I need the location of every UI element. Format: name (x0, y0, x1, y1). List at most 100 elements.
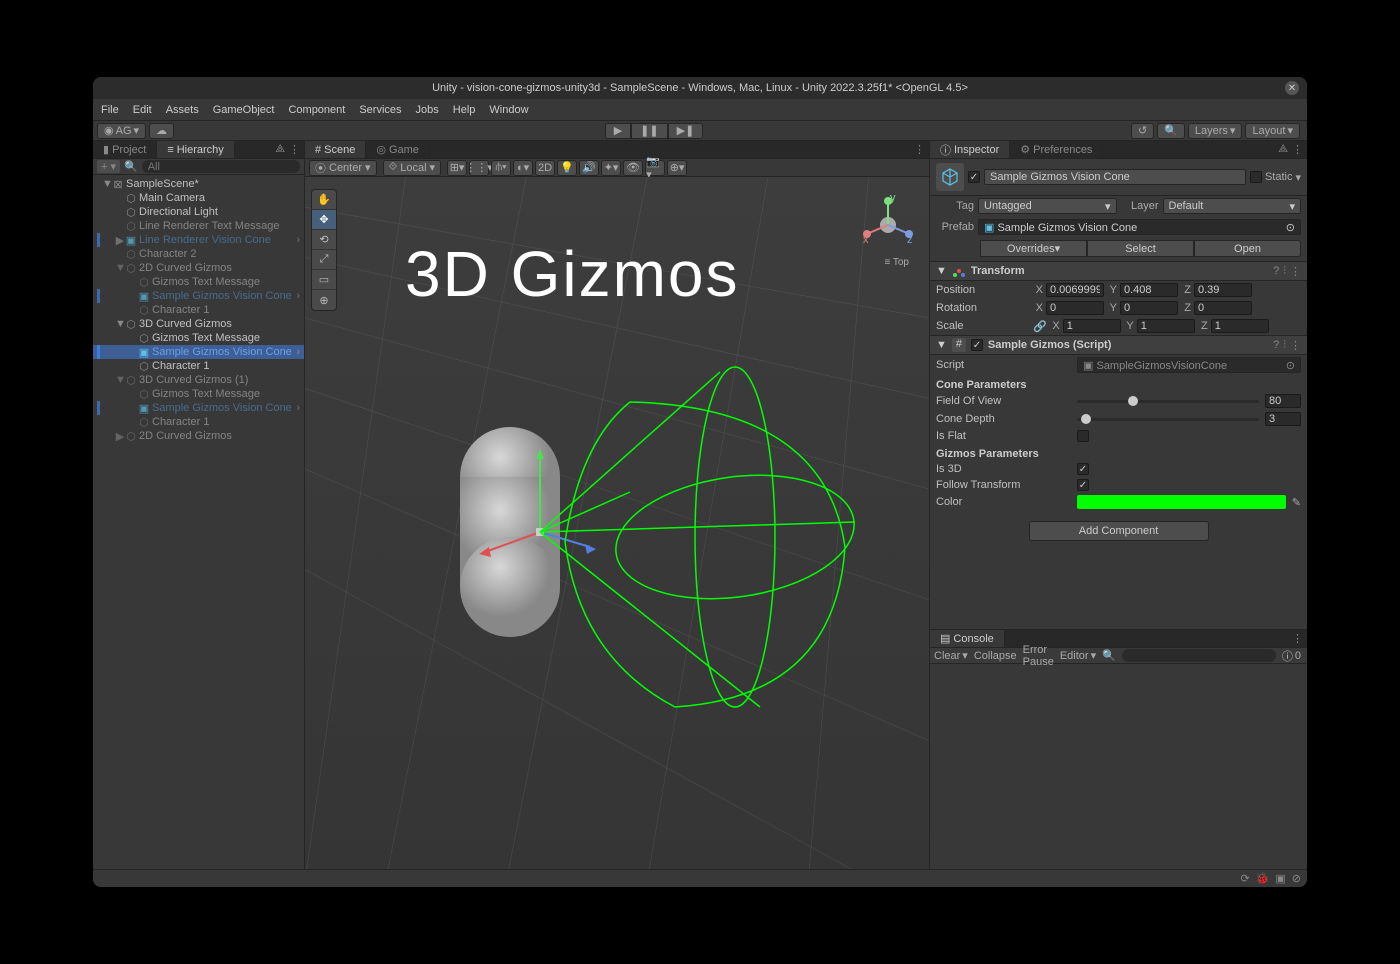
pivot-dropdown[interactable]: ⦿Center▾ (309, 160, 377, 176)
tag-dropdown[interactable]: Untagged▾ (978, 198, 1117, 214)
hierarchy-item[interactable]: ⬡Gizmos Text Message (93, 387, 304, 401)
undo-history-button[interactable]: ↺ (1131, 123, 1154, 139)
fov-value[interactable] (1265, 394, 1301, 408)
snap-button[interactable]: ⫛▾ (491, 160, 511, 176)
tab-game[interactable]: ◎ Game (366, 141, 430, 158)
chevron-down-icon[interactable]: ▾ (1295, 171, 1301, 184)
lighting-toggle[interactable]: 💡 (557, 160, 577, 176)
rotation-y[interactable] (1120, 301, 1178, 315)
cache-server-icon[interactable]: ▣ (1275, 872, 1285, 885)
layout-dropdown[interactable]: Layout ▾ (1245, 123, 1300, 139)
layer-dropdown[interactable]: Default▾ (1163, 198, 1302, 214)
lock-icon[interactable]: ⟁ (1278, 143, 1288, 156)
2d-toggle[interactable]: 2D (535, 160, 555, 176)
tab-console[interactable]: ▤ Console (930, 630, 1005, 647)
menu-component[interactable]: Component (288, 104, 345, 116)
eyedropper-icon[interactable]: ✎ (1292, 496, 1301, 509)
position-x[interactable] (1046, 283, 1104, 297)
preset-icon[interactable]: ⫶ (1283, 339, 1286, 352)
menu-services[interactable]: Services (359, 104, 401, 116)
lock-icon[interactable]: ⟁ (275, 143, 285, 156)
menu-icon[interactable]: ⋮ (1290, 339, 1301, 352)
prefab-asset-field[interactable]: ▣ Sample Gizmos Vision Cone ⊙ (978, 219, 1301, 235)
menu-window[interactable]: Window (489, 104, 528, 116)
locate-icon[interactable]: ⊙ (1286, 221, 1295, 234)
menu-icon[interactable]: ⋮ (1292, 632, 1303, 645)
menu-gameobject[interactable]: GameObject (213, 104, 275, 116)
search-button[interactable]: 🔍 (1157, 123, 1185, 139)
component-enabled-checkbox[interactable]: ✓ (971, 339, 983, 351)
auto-refresh-icon[interactable]: ⟳ (1240, 872, 1249, 885)
hierarchy-item[interactable]: ⬡Gizmos Text Message (93, 331, 304, 345)
hierarchy-item[interactable]: ⬡Line Renderer Text Message (93, 219, 304, 233)
account-button[interactable]: ◉ AG ▾ (97, 123, 146, 139)
open-prefab-icon[interactable]: › (296, 234, 300, 246)
open-prefab-icon[interactable]: › (296, 346, 300, 358)
depth-slider[interactable] (1077, 418, 1259, 421)
rect-tool[interactable]: ▭ (312, 270, 336, 290)
menu-icon[interactable]: ⋮ (914, 143, 925, 156)
hierarchy-item[interactable]: ⬡Gizmos Text Message (93, 275, 304, 289)
window-close-button[interactable]: ✕ (1285, 81, 1299, 95)
link-icon[interactable]: 🔗 (1033, 320, 1047, 333)
console-clear-button[interactable]: Clear ▾ (934, 649, 968, 662)
fx-dropdown[interactable]: ✦▾ (601, 160, 621, 176)
snap-increment-button[interactable]: ⋮⋮▾ (469, 160, 489, 176)
hierarchy-item[interactable]: ▼⊠SampleScene* (93, 177, 304, 191)
help-icon[interactable]: ? (1273, 265, 1279, 278)
menu-icon[interactable]: ⋮ (1292, 143, 1303, 156)
hierarchy-item[interactable]: ⬡Character 1 (93, 359, 304, 373)
scale-z[interactable] (1211, 319, 1269, 333)
script-component-header[interactable]: ▼ # ✓ Sample Gizmos (Script) ?⫶⋮ (930, 335, 1307, 355)
orientation-gizmo[interactable]: y x z (861, 195, 915, 265)
scale-x[interactable] (1063, 319, 1121, 333)
hierarchy-item[interactable]: ▣Sample Gizmos Vision Cone› (93, 401, 304, 415)
hierarchy-item[interactable]: ⬡Character 1 (93, 303, 304, 317)
follow-checkbox[interactable]: ✓ (1077, 479, 1089, 491)
hierarchy-search[interactable] (142, 160, 300, 173)
prefab-select-button[interactable]: Select (1087, 240, 1194, 257)
hierarchy-item[interactable]: ⬡Character 2 (93, 247, 304, 261)
tab-inspector[interactable]: ⓘ Inspector (930, 141, 1010, 158)
rotation-x[interactable] (1046, 301, 1104, 315)
menu-icon[interactable]: ⋮ (1290, 265, 1301, 278)
tab-hierarchy[interactable]: ≡ Hierarchy (157, 141, 235, 158)
hierarchy-item[interactable]: ▣Sample Gizmos Vision Cone› (93, 345, 304, 359)
hierarchy-item[interactable]: ▼⬡3D Curved Gizmos (93, 317, 304, 331)
gameobject-name-field[interactable] (984, 169, 1246, 185)
pause-button[interactable]: ❚❚ (631, 123, 667, 139)
camera-dropdown[interactable]: 📷▾ (645, 160, 665, 176)
static-checkbox[interactable] (1250, 171, 1262, 183)
locate-icon[interactable]: ⊙ (1286, 359, 1295, 372)
position-y[interactable] (1120, 283, 1178, 297)
isflat-checkbox[interactable] (1077, 430, 1089, 442)
menu-icon[interactable]: ⋮ (289, 143, 300, 156)
hierarchy-item[interactable]: ▶⬡2D Curved Gizmos (93, 429, 304, 443)
open-prefab-icon[interactable]: › (296, 290, 300, 302)
console-collapse-toggle[interactable]: Collapse (974, 650, 1017, 662)
scene-viewport[interactable]: ✋ ✥ ⟲ ⤢ ▭ ⊕ 3D Gizmos y x z ≡ Top (305, 177, 929, 869)
fov-slider[interactable] (1077, 400, 1259, 403)
tab-scene[interactable]: # Scene (305, 141, 366, 158)
preset-icon[interactable]: ⫶ (1283, 265, 1286, 278)
layers-dropdown[interactable]: Layers ▾ (1188, 123, 1243, 139)
view-label[interactable]: ≡ Top (884, 257, 909, 268)
move-tool[interactable]: ✥ (312, 210, 336, 230)
console-search[interactable] (1122, 649, 1276, 662)
debugger-icon[interactable]: 🐞 (1256, 872, 1270, 885)
console-editor-dropdown[interactable]: Editor ▾ (1060, 649, 1096, 662)
position-z[interactable] (1194, 283, 1252, 297)
help-icon[interactable]: ? (1273, 339, 1279, 352)
menu-file[interactable]: File (101, 104, 119, 116)
is3d-checkbox[interactable]: ✓ (1077, 463, 1089, 475)
overrides-dropdown[interactable]: Overrides ▾ (980, 240, 1087, 257)
gameobject-active-checkbox[interactable]: ✓ (968, 171, 980, 183)
info-badge[interactable]: ⓘ0 (1282, 648, 1301, 664)
tab-preferences[interactable]: ⚙ Preferences (1010, 141, 1103, 158)
open-prefab-icon[interactable]: › (296, 402, 300, 414)
scale-tool[interactable]: ⤢ (312, 250, 336, 270)
rotation-z[interactable] (1194, 301, 1252, 315)
cloud-button[interactable]: ☁ (149, 123, 174, 139)
scale-y[interactable] (1137, 319, 1195, 333)
hierarchy-item[interactable]: ⬡Character 1 (93, 415, 304, 429)
